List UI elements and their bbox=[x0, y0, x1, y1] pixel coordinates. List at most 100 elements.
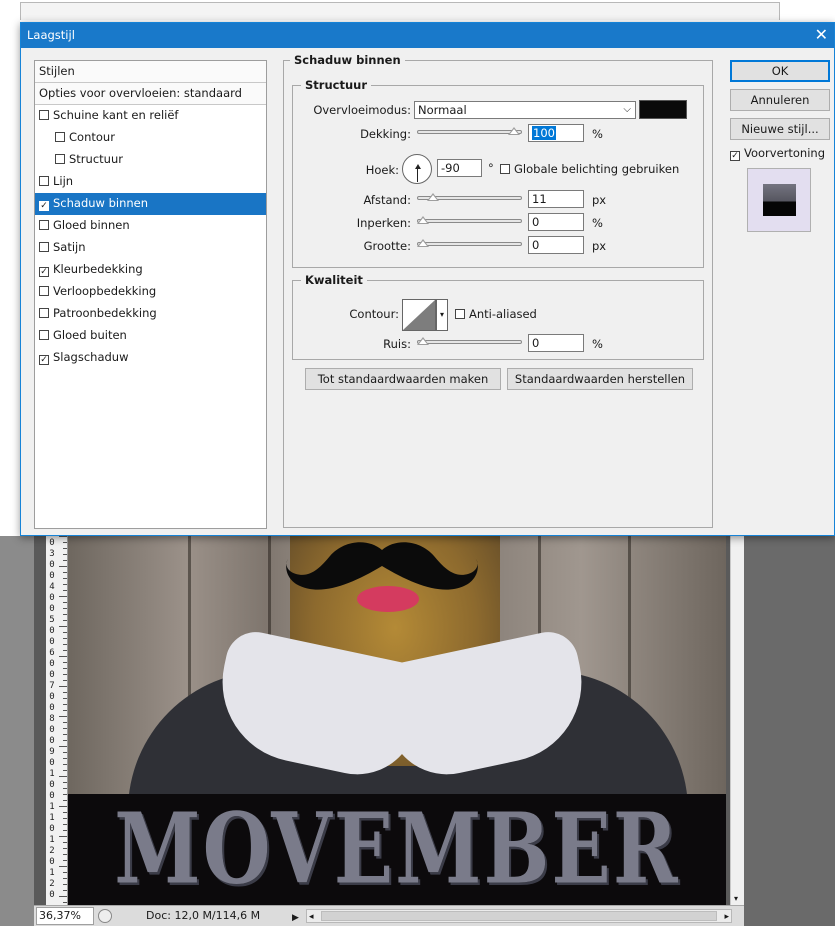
ok-button[interactable]: OK bbox=[730, 60, 830, 82]
ruler-tick bbox=[63, 638, 67, 639]
status-info-icon[interactable] bbox=[98, 909, 112, 923]
style-item[interactable]: Satijn bbox=[35, 237, 266, 259]
status-menu-arrow-icon[interactable]: ▶ bbox=[292, 908, 299, 928]
close-icon[interactable]: ✕ bbox=[815, 25, 828, 44]
anti-aliased-check-icon[interactable] bbox=[455, 309, 465, 319]
checkbox-icon[interactable] bbox=[39, 110, 49, 120]
ruler-tick bbox=[63, 842, 67, 843]
ruler-tick bbox=[63, 644, 67, 645]
checkbox-icon[interactable] bbox=[39, 242, 49, 252]
mustache-graphic bbox=[286, 542, 478, 590]
angle-input[interactable]: -90 bbox=[437, 159, 482, 177]
angle-dial[interactable] bbox=[402, 154, 432, 184]
zoom-field[interactable]: 36,37% bbox=[36, 907, 94, 925]
style-item[interactable]: ✓ Kleurbedekking bbox=[35, 259, 266, 281]
size-input[interactable]: 0 bbox=[528, 236, 584, 254]
make-default-button[interactable]: Tot standaardwaarden maken bbox=[305, 368, 501, 390]
style-item-label: Contour bbox=[69, 130, 115, 144]
preview-checkbox[interactable]: ✓ Voorvertoning bbox=[730, 146, 825, 161]
noise-label: Ruis: bbox=[383, 337, 411, 351]
checkbox-icon[interactable] bbox=[39, 220, 49, 230]
global-light-check-icon[interactable] bbox=[500, 164, 510, 174]
workspace-gutter bbox=[0, 536, 34, 926]
checkbox-icon[interactable] bbox=[39, 176, 49, 186]
ruler-tick bbox=[63, 788, 67, 789]
ruler-tick bbox=[63, 854, 67, 855]
style-item[interactable]: Gloed binnen bbox=[35, 215, 266, 237]
ruler-tick bbox=[63, 728, 67, 729]
preview-check-icon[interactable]: ✓ bbox=[730, 151, 740, 161]
choke-input[interactable]: 0 bbox=[528, 213, 584, 231]
choke-slider[interactable] bbox=[417, 216, 522, 224]
style-item-label: Slagschaduw bbox=[53, 350, 129, 364]
cancel-button[interactable]: Annuleren bbox=[730, 89, 830, 111]
ruler-tick bbox=[63, 830, 67, 831]
ruler-tick bbox=[59, 896, 67, 897]
style-item[interactable]: Stijlen bbox=[35, 61, 266, 83]
checkbox-icon[interactable]: ✓ bbox=[39, 355, 49, 365]
style-item[interactable]: Verloopbedekking bbox=[35, 281, 266, 303]
blend-mode-select[interactable]: Normaal ⌵ bbox=[414, 101, 636, 119]
distance-input[interactable]: 11 bbox=[528, 190, 584, 208]
choke-slider-handle[interactable] bbox=[417, 216, 429, 224]
distance-slider-handle[interactable] bbox=[427, 193, 439, 201]
scrollbar-thumb[interactable] bbox=[321, 911, 717, 921]
ruler-tick bbox=[63, 548, 67, 549]
style-item[interactable]: ✓ Slagschaduw bbox=[35, 347, 266, 369]
style-item[interactable]: Lijn bbox=[35, 171, 266, 193]
noise-slider[interactable] bbox=[417, 337, 522, 345]
size-slider[interactable] bbox=[417, 239, 522, 247]
ruler-label: 5 bbox=[49, 615, 55, 625]
ruler-label: 0 bbox=[49, 780, 55, 790]
checkbox-icon[interactable] bbox=[39, 330, 49, 340]
noise-slider-handle[interactable] bbox=[417, 337, 429, 345]
checkbox-icon[interactable]: ✓ bbox=[39, 267, 49, 277]
ruler-tick bbox=[63, 704, 67, 705]
noise-input[interactable]: 0 bbox=[528, 334, 584, 352]
style-item[interactable]: Structuur bbox=[35, 149, 266, 171]
checkbox-icon[interactable] bbox=[39, 286, 49, 296]
opacity-label: Dekking: bbox=[360, 127, 411, 141]
reset-default-button[interactable]: Standaardwaarden herstellen bbox=[507, 368, 693, 390]
ruler-label: 0 bbox=[49, 824, 55, 834]
blend-mode-label: Overvloeimodus: bbox=[313, 103, 411, 117]
scroll-down-arrow-icon[interactable]: ▾ bbox=[734, 894, 738, 903]
ruler-tick bbox=[63, 902, 67, 903]
ruler-label: 0 bbox=[49, 538, 55, 548]
style-item[interactable]: Gloed buiten bbox=[35, 325, 266, 347]
opacity-slider[interactable] bbox=[417, 127, 522, 135]
horizontal-scrollbar[interactable]: ◂ ▸ bbox=[306, 909, 732, 923]
vertical-ruler[interactable]: 030040050060070080090100110120120 bbox=[46, 536, 68, 905]
chevron-down-icon: ⌵ bbox=[623, 104, 631, 115]
style-item[interactable]: Opties voor overvloeien: standaard bbox=[35, 83, 266, 105]
contour-preview[interactable] bbox=[402, 299, 436, 331]
document-size[interactable]: Doc: 12,0 M/114,6 M bbox=[146, 906, 260, 926]
opacity-input[interactable]: 100 bbox=[528, 124, 584, 142]
style-item[interactable]: Contour bbox=[35, 127, 266, 149]
checkbox-icon[interactable] bbox=[55, 132, 65, 142]
global-light-checkbox[interactable]: Globale belichting gebruiken bbox=[500, 162, 679, 176]
ruler-label: 0 bbox=[49, 791, 55, 801]
style-item-label: Gloed binnen bbox=[53, 218, 130, 232]
checkbox-icon[interactable]: ✓ bbox=[39, 201, 49, 211]
scroll-right-arrow-icon[interactable]: ▸ bbox=[724, 907, 729, 927]
status-bar: 36,37% Doc: 12,0 M/114,6 M ▶ ◂ ▸ bbox=[34, 905, 744, 926]
checkbox-icon[interactable] bbox=[55, 154, 65, 164]
dialog-title-bar[interactable]: Laagstijl ✕ bbox=[21, 23, 834, 48]
scroll-left-arrow-icon[interactable]: ◂ bbox=[309, 907, 314, 927]
vertical-scrollbar[interactable]: ▾ bbox=[730, 536, 744, 905]
anti-aliased-checkbox[interactable]: Anti-aliased bbox=[455, 307, 537, 321]
style-item-label: Structuur bbox=[69, 152, 123, 166]
opacity-slider-handle[interactable] bbox=[508, 127, 520, 135]
shadow-color-swatch[interactable] bbox=[639, 100, 687, 119]
ruler-tick bbox=[63, 620, 67, 621]
style-item[interactable]: Schuine kant en reliëf bbox=[35, 105, 266, 127]
size-slider-handle[interactable] bbox=[417, 239, 429, 247]
style-item[interactable]: ✓ Schaduw binnen bbox=[35, 193, 266, 215]
contour-dropdown-arrow-icon[interactable]: ▾ bbox=[436, 299, 448, 331]
anti-aliased-label: Anti-aliased bbox=[469, 307, 537, 321]
distance-slider[interactable] bbox=[417, 193, 522, 201]
checkbox-icon[interactable] bbox=[39, 308, 49, 318]
new-style-button[interactable]: Nieuwe stijl... bbox=[730, 118, 830, 140]
style-item[interactable]: Patroonbedekking bbox=[35, 303, 266, 325]
